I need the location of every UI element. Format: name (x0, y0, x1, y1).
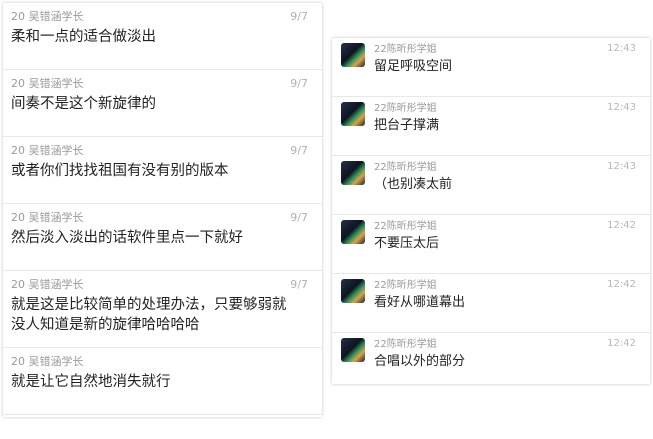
avatar[interactable] (341, 43, 365, 67)
message-item[interactable]: 20 吴错涵学长 9/7 间奏不是这个新旋律的 (3, 70, 322, 137)
message-item[interactable]: 22陈昕彤学姐 12:42 不要压太后 (332, 215, 650, 274)
avatar[interactable] (341, 279, 365, 303)
message-item[interactable]: 22陈昕彤学姐 12:42 看好从哪道幕出 (332, 274, 650, 333)
message-text: （也别凑太前 (374, 177, 453, 192)
sender-name: 20 吴错涵学长 (11, 144, 84, 157)
message-text: 就是让它自然地消失就行 (11, 374, 171, 390)
sender-name: 20 吴错涵学长 (11, 77, 84, 90)
avatar[interactable] (341, 161, 365, 185)
message-item[interactable]: 22陈昕彤学姐 12:43 把台子撑满 (332, 97, 650, 156)
message-text: 合唱以外的部分 (374, 354, 466, 369)
message-text: 就是这是比较简单的处理办法，只要够弱就 没人知道是新的旋律哈哈哈哈 (11, 297, 287, 333)
sender-name: 22陈昕彤学姐 (374, 339, 437, 350)
right-message-list: 22陈昕彤学姐 12:43 留足呼吸空间 22陈昕彤学姐 12:43 把台子撑满… (332, 38, 650, 384)
message-text: 或者你们找找祖国有没有别的版本 (11, 163, 229, 179)
message-item[interactable]: 20 吴错涵学长 9/7 或者你们找找祖国有没有别的版本 (3, 137, 322, 204)
message-time: 12:43 (607, 161, 636, 172)
message-time: 9/7 (290, 144, 308, 157)
sender-name: 22陈昕彤学姐 (374, 162, 437, 173)
left-message-list: 20 吴错涵学长 9/7 柔和一点的适合做淡出 20 吴错涵学长 9/7 间奏不… (3, 3, 322, 417)
message-item[interactable]: 20 吴错涵学长 9/7 柔和一点的适合做淡出 (3, 3, 322, 70)
sender-name: 20 吴错涵学长 (11, 278, 84, 291)
message-text: 柔和一点的适合做淡出 (11, 29, 156, 45)
message-time: 12:42 (607, 220, 636, 231)
message-time: 9/7 (290, 211, 308, 224)
message-item[interactable]: 20 吴错涵学长 9/7 然后淡入淡出的话软件里点一下就好 (3, 204, 322, 271)
message-time: 9/7 (290, 77, 308, 90)
sender-name: 22陈昕彤学姐 (374, 221, 437, 232)
message-item[interactable]: 22陈昕彤学姐 12:42 合唱以外的部分 (332, 333, 650, 384)
message-time: 9/7 (290, 278, 308, 291)
message-item[interactable]: 22陈昕彤学姐 12:43 留足呼吸空间 (332, 38, 650, 97)
sender-name: 20 吴错涵学长 (11, 211, 84, 224)
message-time: 9/7 (290, 10, 308, 23)
message-time: 12:43 (607, 102, 636, 113)
message-text: 间奏不是这个新旋律的 (11, 96, 156, 112)
message-time: 12:43 (607, 43, 636, 54)
message-item[interactable]: 20 吴错涵学长 就是让它自然地消失就行 (3, 348, 322, 415)
message-item[interactable]: 22陈昕彤学姐 12:43 （也别凑太前 (332, 156, 650, 215)
avatar[interactable] (341, 102, 365, 126)
message-text: 不要压太后 (374, 236, 440, 251)
message-time: 12:42 (607, 338, 636, 349)
sender-name: 22陈昕彤学姐 (374, 280, 437, 291)
message-time: 12:42 (607, 279, 636, 290)
sender-name: 22陈昕彤学姐 (374, 44, 437, 55)
message-text: 留足呼吸空间 (374, 59, 453, 74)
sender-name: 20 吴错涵学长 (11, 355, 84, 368)
message-text: 看好从哪道幕出 (374, 295, 466, 310)
avatar[interactable] (341, 338, 365, 362)
message-text: 把台子撑满 (374, 118, 440, 133)
message-text: 然后淡入淡出的话软件里点一下就好 (11, 230, 243, 246)
sender-name: 22陈昕彤学姐 (374, 103, 437, 114)
avatar[interactable] (341, 220, 365, 244)
sender-name: 20 吴错涵学长 (11, 10, 84, 23)
message-item[interactable]: 20 吴错涵学长 9/7 就是这是比较简单的处理办法，只要够弱就 没人知道是新的… (3, 271, 322, 348)
